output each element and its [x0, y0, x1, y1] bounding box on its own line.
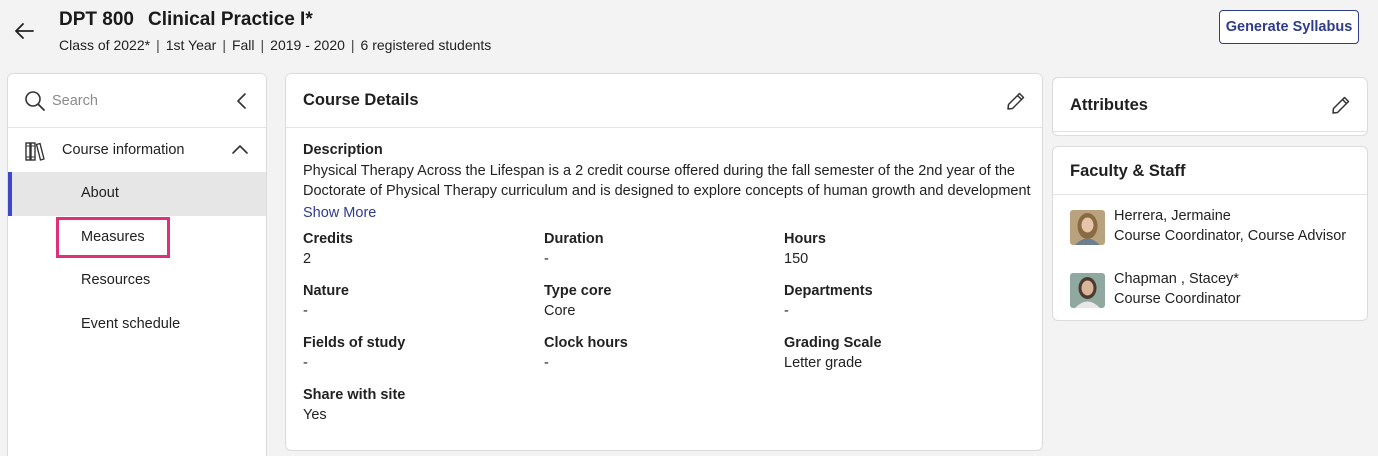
field-label: Grading Scale [784, 335, 882, 351]
field-value: Core [544, 303, 576, 319]
meta-separator: | [260, 37, 265, 53]
meta-class: Class of 2022* [59, 37, 151, 53]
sidebar-item-event-schedule[interactable]: Event schedule [8, 303, 266, 347]
person-name: Herrera, Jermaine [1114, 208, 1231, 224]
meta-separator: | [222, 37, 226, 53]
description-text: Physical Therapy Across the Lifespan is … [303, 163, 1031, 198]
card-header: Course Details [286, 74, 1042, 128]
meta-students: 6 registered students [360, 37, 492, 53]
meta-separator: | [156, 37, 160, 53]
field-label: Clock hours [544, 335, 628, 351]
field-value: - [784, 303, 789, 319]
person-name: Chapman , Stacey* [1114, 271, 1239, 287]
field-value: Letter grade [784, 355, 863, 371]
chevron-left-icon[interactable] [234, 92, 250, 110]
sidebar-item-about[interactable]: About [8, 172, 266, 216]
field-value: - [303, 355, 308, 371]
field-type-core: Type core Core [544, 283, 764, 323]
faculty-title: Faculty & Staff [1070, 162, 1186, 180]
course-details-card: Course Details Description Physical Ther… [285, 73, 1043, 451]
faculty-member[interactable]: Chapman , Stacey* Course Coordinator [1070, 271, 1360, 311]
avatar [1070, 273, 1105, 308]
meta-year: 1st Year [165, 37, 217, 53]
meta-semester: Fall [231, 37, 255, 53]
field-label: Type core [544, 283, 612, 299]
faculty-staff-card: Faculty & Staff Herrera, Jermaine Course… [1052, 146, 1368, 321]
meta-academic-year: 2019 - 2020 [270, 37, 345, 53]
attributes-card: Attributes [1052, 77, 1368, 136]
pencil-icon[interactable] [1331, 95, 1351, 115]
sidebar-item-label: Resources [81, 272, 151, 288]
field-grading-scale: Grading Scale Letter grade [784, 335, 1004, 375]
faculty-header: Faculty & Staff [1053, 147, 1367, 195]
section-label: Course information [62, 142, 185, 158]
sidebar-item-label: Event schedule [81, 315, 181, 332]
person-role: Course Coordinator, Course Advisor [1114, 228, 1347, 244]
field-label: Nature [303, 283, 349, 299]
search-input[interactable] [52, 90, 222, 112]
field-value: 150 [784, 251, 809, 267]
field-departments: Departments - [784, 283, 1004, 323]
sidebar-item-resources[interactable]: Resources [8, 259, 266, 303]
chevron-up-icon[interactable] [231, 143, 249, 155]
page-header: DPT 800 Clinical Practice I* Class of 202… [0, 0, 1378, 70]
field-label: Fields of study [303, 335, 406, 351]
sidebar-item-label: Measures [81, 228, 145, 245]
field-value: - [544, 355, 549, 371]
field-nature: Nature - [303, 283, 523, 323]
sidebar: Course information About Measures Resour… [7, 73, 267, 456]
course-name: Clinical Practice I* [147, 9, 313, 30]
sidebar-item-measures[interactable]: Measures [8, 216, 266, 260]
pencil-icon[interactable] [1006, 91, 1026, 111]
section-course-information[interactable]: Course information [8, 128, 266, 172]
back-arrow-icon[interactable] [13, 20, 35, 42]
field-value: - [544, 251, 549, 267]
field-label: Share with site [303, 387, 406, 403]
field-duration: Duration - [544, 231, 764, 271]
generate-syllabus-button[interactable]: Generate Syllabus [1219, 10, 1359, 44]
course-meta: Class of 2022* | 1st Year | Fall | 2019 - 2020… [59, 37, 491, 53]
field-fields-of-study: Fields of study - [303, 335, 523, 375]
field-hours: Hours 150 [784, 231, 1004, 271]
attributes-title: Attributes [1070, 96, 1148, 114]
field-clock-hours: Clock hours - [544, 335, 764, 375]
field-label: Departments [784, 283, 873, 299]
divider [1053, 131, 1367, 132]
card-title: Course Details [303, 91, 419, 109]
course-code: DPT 800 [59, 9, 134, 30]
field-label: Hours [784, 231, 826, 247]
show-more-link[interactable]: Show More [303, 205, 376, 221]
field-value: Yes [303, 407, 327, 423]
field-label: Duration [544, 231, 604, 247]
sidebar-search [8, 74, 266, 128]
person-role: Course Coordinator [1114, 291, 1241, 307]
field-value: - [303, 303, 308, 319]
field-label: Credits [303, 231, 353, 247]
description-label: Description [303, 142, 383, 158]
field-share-with-site: Share with site Yes [303, 387, 523, 427]
books-icon [25, 142, 45, 161]
avatar [1070, 210, 1105, 245]
search-icon [25, 91, 45, 111]
field-credits: Credits 2 [303, 231, 523, 271]
faculty-member[interactable]: Herrera, Jermaine Course Coordinator, Co… [1070, 208, 1360, 248]
page-title: DPT 800 Clinical Practice I* [59, 9, 313, 31]
field-value: 2 [303, 251, 312, 267]
meta-separator: | [350, 37, 355, 53]
sidebar-item-label: About [81, 185, 119, 201]
